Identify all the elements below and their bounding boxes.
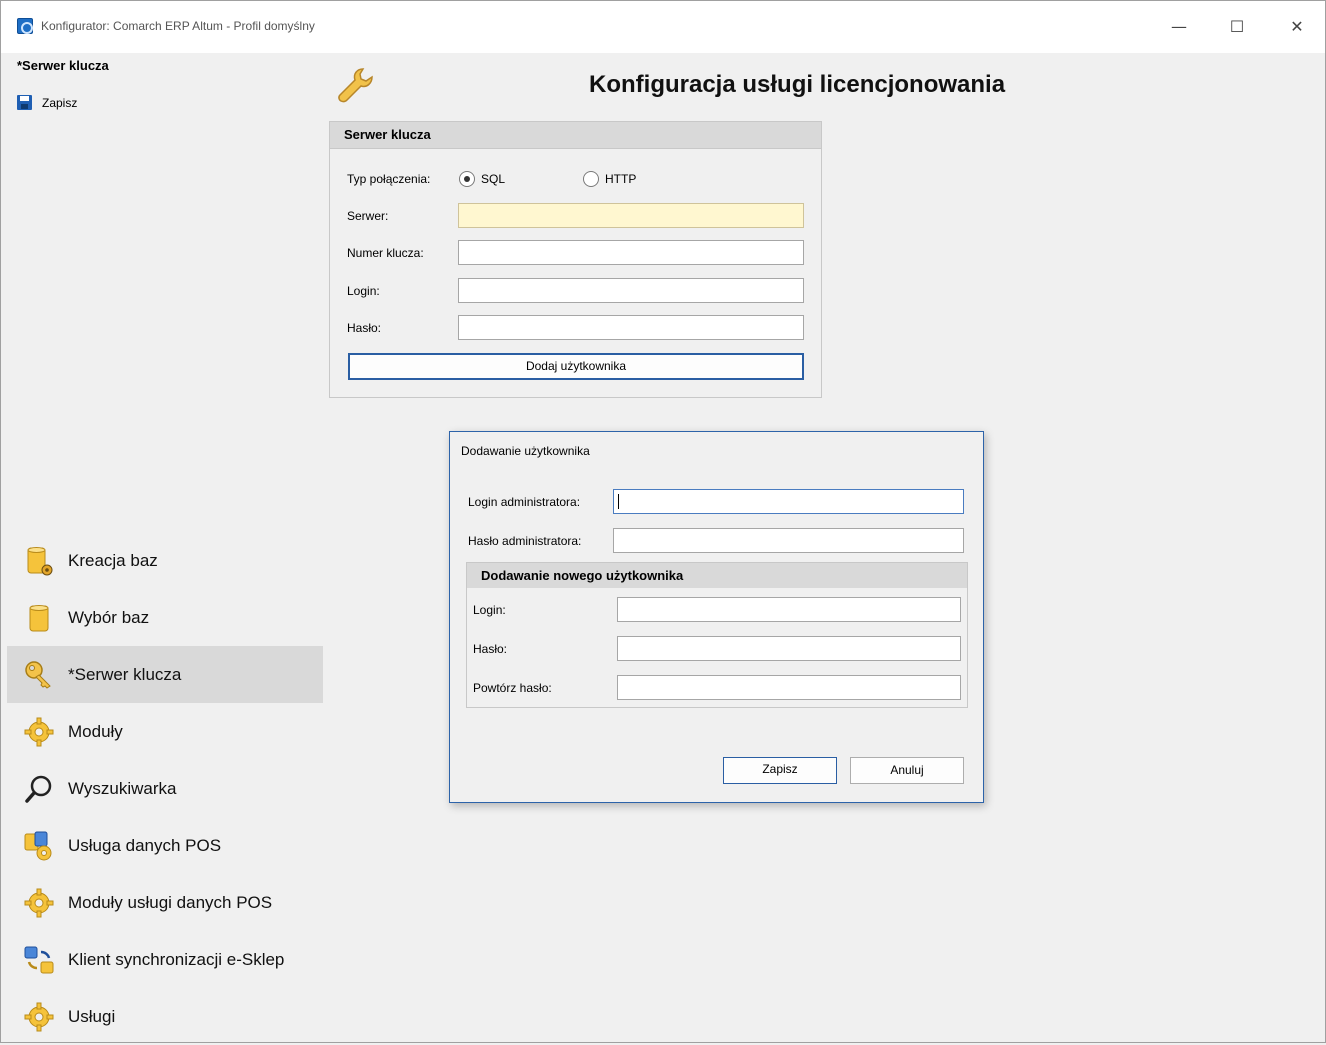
- nav-item-wybor-baz[interactable]: Wybór baz: [7, 589, 323, 646]
- dialog-save-button[interactable]: Zapisz: [723, 757, 837, 784]
- page-title: Konfiguracja usługi licencjonowania: [589, 71, 1006, 98]
- database-gear-icon: [27, 546, 53, 575]
- section-title: *Serwer klucza: [17, 58, 109, 73]
- key-server-panel-header: Serwer klucza: [330, 122, 821, 149]
- window-title: Konfigurator: Comarch ERP Altum - Profil…: [41, 19, 315, 33]
- nav-item-uslugi[interactable]: Usługi: [7, 988, 323, 1045]
- password-input[interactable]: [458, 315, 804, 340]
- new-password-label: Hasło:: [473, 642, 508, 656]
- admin-login-input[interactable]: [613, 489, 964, 514]
- nav-item-usluga-danych-pos[interactable]: Usługa danych POS: [7, 817, 323, 874]
- nav-item-label: Wybór baz: [68, 607, 150, 627]
- key-server-panel: Serwer klucza Typ połączenia: SQL HTTP S…: [329, 121, 822, 398]
- add-user-button[interactable]: Dodaj użytkownika: [348, 353, 804, 380]
- nav-item-moduly-uslugi-danych-pos[interactable]: Moduły usługi danych POS: [7, 874, 323, 931]
- nav-item-label: Moduły: [68, 721, 123, 741]
- new-user-group: Dodawanie nowego użytkownika Login: Hasł…: [466, 562, 968, 708]
- nav-item-label: Moduły usługi danych POS: [68, 892, 273, 912]
- save-button-label: Zapisz: [42, 95, 78, 110]
- gear-icon: [24, 888, 54, 917]
- radio-http[interactable]: [583, 171, 599, 187]
- save-button[interactable]: Zapisz: [17, 95, 77, 110]
- admin-password-label: Hasło administratora:: [468, 534, 582, 548]
- floppy-disk-icon: [17, 95, 32, 110]
- new-user-group-header: Dodawanie nowego użytkownika: [467, 563, 967, 588]
- connection-type-label: Typ połączenia:: [347, 172, 431, 186]
- navigation-list: Kreacja baz Wybór baz *Serwer klucza Mod…: [7, 532, 323, 1045]
- gear-icon: [24, 1002, 54, 1031]
- app-logo-icon: [17, 18, 33, 34]
- key-number-label: Numer klucza:: [347, 246, 424, 260]
- login-label: Login:: [347, 284, 380, 298]
- maximize-button[interactable]: ☐: [1215, 9, 1259, 45]
- radio-http-label[interactable]: HTTP: [605, 172, 636, 186]
- repeat-password-input[interactable]: [617, 675, 961, 700]
- nav-item-kreacja-baz[interactable]: Kreacja baz: [7, 532, 323, 589]
- nav-item-label: Klient synchronizacji e-Sklep: [68, 949, 285, 969]
- dialog-title: Dodawanie użytkownika: [461, 444, 590, 458]
- magnifier-icon: [25, 775, 52, 803]
- dialog-cancel-button[interactable]: Anuluj: [850, 757, 964, 784]
- wrench-icon: [338, 68, 373, 103]
- nav-item-label: Usługa danych POS: [68, 835, 222, 855]
- login-input[interactable]: [458, 278, 804, 303]
- text-cursor: [618, 494, 619, 509]
- nav-item-serwer-klucza[interactable]: *Serwer klucza: [7, 646, 323, 703]
- server-input[interactable]: [458, 203, 804, 228]
- database-icon: [29, 604, 49, 631]
- add-user-dialog: Dodawanie użytkownika Login administrato…: [449, 431, 984, 803]
- radio-sql[interactable]: [459, 171, 475, 187]
- new-login-label: Login:: [473, 603, 506, 617]
- server-label: Serwer:: [347, 209, 389, 223]
- nav-item-label: *Serwer klucza: [68, 664, 182, 684]
- nav-item-klient-synchronizacji[interactable]: Klient synchronizacji e-Sklep: [7, 931, 323, 988]
- pos-data-service-icon: [24, 831, 52, 860]
- close-button[interactable]: ✕: [1275, 9, 1319, 45]
- new-login-input[interactable]: [617, 597, 961, 622]
- new-password-input[interactable]: [617, 636, 961, 661]
- nav-item-moduly[interactable]: Moduły: [7, 703, 323, 760]
- admin-password-input[interactable]: [613, 528, 964, 553]
- password-label: Hasło:: [347, 321, 382, 335]
- admin-login-label: Login administratora:: [468, 495, 581, 509]
- repeat-password-label: Powtórz hasło:: [473, 681, 552, 695]
- nav-item-label: Wyszukiwarka: [68, 778, 177, 798]
- sync-icon: [24, 946, 54, 973]
- nav-item-label: Usługi: [68, 1006, 116, 1026]
- radio-sql-label[interactable]: SQL: [481, 172, 505, 186]
- key-icon: [25, 660, 51, 689]
- minimize-button[interactable]: —: [1157, 9, 1201, 45]
- nav-item-wyszukiwarka[interactable]: Wyszukiwarka: [7, 760, 323, 817]
- app-window: Konfigurator: Comarch ERP Altum - Profil…: [0, 0, 1326, 1043]
- gear-icon: [24, 717, 54, 746]
- key-number-input[interactable]: [458, 240, 804, 265]
- nav-item-label: Kreacja baz: [68, 550, 158, 570]
- title-bar: Konfigurator: Comarch ERP Altum - Profil…: [1, 1, 1325, 53]
